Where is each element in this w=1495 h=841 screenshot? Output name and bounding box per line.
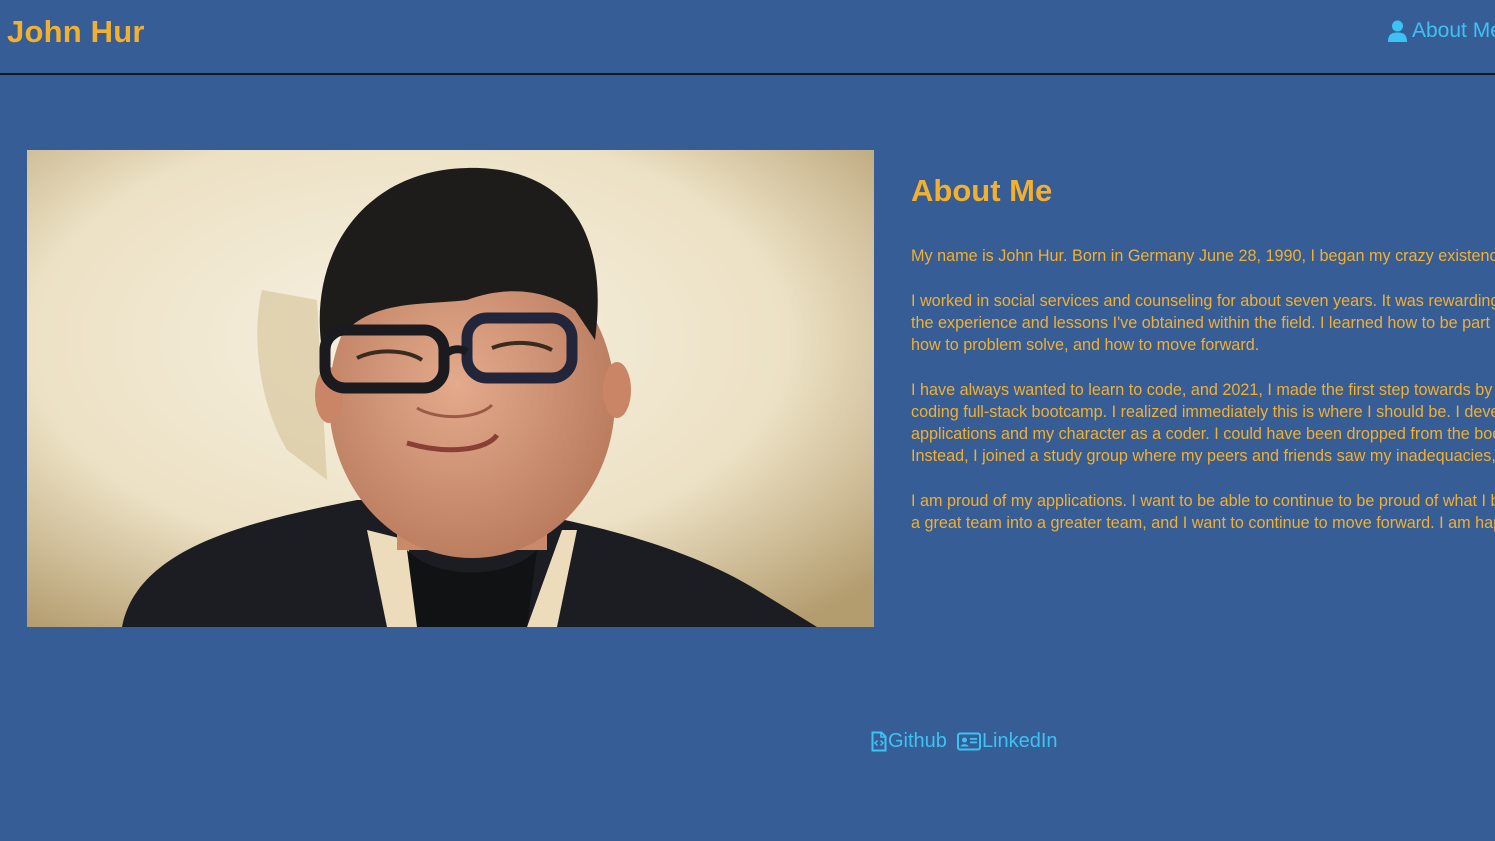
linkedin-label: LinkedIn [981,730,1058,752]
linkedin-link[interactable]: LinkedIn [956,730,1058,753]
about-paragraph: I have always wanted to learn to code, a… [911,381,1495,465]
about-paragraph: My name is John Hur. Born in Germany Jun… [911,247,1495,265]
about-paragraph: I am proud of my applications. I want to… [911,492,1495,532]
about-section: About Me My name is John Hur. Born in Ge… [911,173,1495,633]
github-link[interactable]: Github [871,730,947,753]
footer-links: Github LinkedIn [871,730,1058,753]
site-header: John Hur About Me [0,0,1495,75]
about-paragraph: I worked in social services and counseli… [911,292,1495,354]
nav-about-link[interactable]: About Me [1388,19,1495,43]
about-title: About Me [911,173,1053,208]
code-file-icon [871,731,887,752]
id-card-icon [956,732,981,751]
user-icon [1388,20,1407,42]
nav-about-label: About Me [1412,19,1495,42]
profile-photo [27,150,874,627]
site-brand[interactable]: John Hur [7,14,145,50]
github-label: Github [888,730,947,752]
